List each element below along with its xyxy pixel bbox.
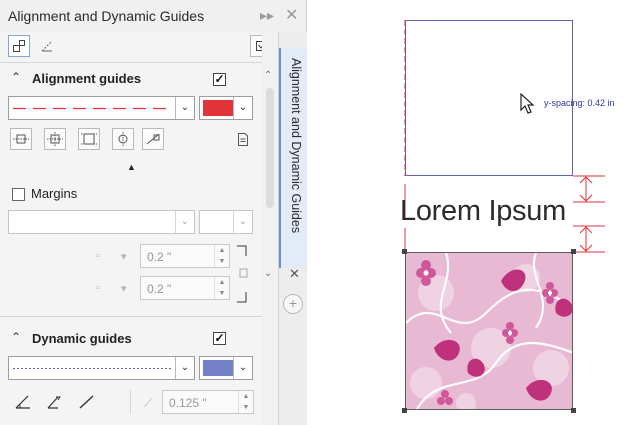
docker-panel: Alignment and Dynamic Guides ▸▸ ✕ ⌃ Alig… xyxy=(0,0,307,425)
dynamic-line-style-dropdown[interactable]: ⌄ xyxy=(8,356,195,380)
margin-arrow-icon: ▾ xyxy=(121,283,127,295)
chevron-down-icon: ⌄ xyxy=(233,211,252,233)
line-guide-icon[interactable] xyxy=(78,394,96,413)
docker-tabs xyxy=(0,32,272,63)
dynamic-color-picker[interactable]: ⌄ xyxy=(199,356,253,380)
spacing-value: 0.125 " xyxy=(169,396,207,410)
dynamic-guides-header[interactable]: ⌃ Dynamic guides ✓ xyxy=(0,324,262,354)
align-edges-icon xyxy=(13,134,29,144)
expand-arrows-icon[interactable]: ▸▸ xyxy=(260,7,274,24)
dynamic-guides-title: Dynamic guides xyxy=(32,331,132,346)
margin-bottom-spinner[interactable]: 0.2 " ▲ ▼ xyxy=(140,276,230,300)
alignment-color-swatch xyxy=(203,100,233,116)
align-edges-button[interactable] xyxy=(10,128,32,150)
align-nodes-button[interactable] xyxy=(142,128,164,150)
docker-content: ⌃ Alignment guides ✓ ⌄ ⌄ ▲ Margins ⌄ ⌄ ▫… xyxy=(0,32,272,425)
alignment-guides-checkbox[interactable]: ✓ xyxy=(213,73,226,86)
bounding-box-icon xyxy=(81,133,97,145)
nodes-icon xyxy=(146,133,160,145)
margin-bottom-value: 0.2 " xyxy=(147,282,172,296)
margin-top-spinner[interactable]: 0.2 " ▲ ▼ xyxy=(140,244,230,268)
spacing-spinner[interactable]: 0.125 " ▲ ▼ xyxy=(162,390,254,414)
add-docker-icon[interactable]: + xyxy=(283,294,303,314)
spacing-icon: ⟋ xyxy=(144,396,153,410)
spinner-arrows-icon[interactable]: ▲ ▼ xyxy=(238,391,253,413)
horizontal-margin-icon: ▫ xyxy=(96,250,100,262)
spinner-arrows-icon[interactable]: ▲ ▼ xyxy=(214,245,229,267)
angle-snap-icon[interactable] xyxy=(46,394,64,413)
dashed-line-swatch xyxy=(13,107,173,110)
expand-up-arrow-icon[interactable]: ▲ xyxy=(127,162,136,172)
selection-handles[interactable] xyxy=(307,0,634,425)
docker-title-bar: Alignment and Dynamic Guides ▸▸ ✕ xyxy=(0,0,306,32)
margins-mode-dropdown[interactable]: ⌄ xyxy=(8,210,195,234)
scroll-up-icon[interactable]: ⌃ xyxy=(264,70,272,81)
vertical-docker-tab[interactable]: Alignment and Dynamic Guides ✕ xyxy=(279,48,307,281)
alignment-line-style-dropdown[interactable]: ⌄ xyxy=(8,96,195,120)
chevron-down-icon: ⌄ xyxy=(175,97,194,119)
dynamic-guides-checkbox[interactable]: ✓ xyxy=(213,332,226,345)
tools-separator xyxy=(130,390,131,414)
spinner-arrows-icon[interactable]: ▲ ▼ xyxy=(214,277,229,299)
alignment-guides-header[interactable]: ⌃ Alignment guides ✓ xyxy=(0,64,262,94)
vertical-tab-label: Alignment and Dynamic Guides xyxy=(289,58,303,234)
dynamic-guides-icon xyxy=(41,40,53,52)
page-icon xyxy=(238,132,248,146)
docker-scrollbar[interactable]: ⌃ ⌄ xyxy=(262,32,278,425)
collapse-chevron-icon[interactable]: ⌃ xyxy=(11,330,21,344)
margin-top-value: 0.2 " xyxy=(147,250,172,264)
close-icon[interactable]: ✕ xyxy=(289,266,300,282)
tab-dynamic-guides[interactable] xyxy=(36,35,58,57)
angle-guides-icon[interactable] xyxy=(14,394,32,413)
collapse-chevron-icon[interactable]: ⌃ xyxy=(11,70,21,84)
close-icon[interactable]: ✕ xyxy=(285,5,298,25)
margins-label: Margins xyxy=(31,186,78,201)
margin-arrow-icon: ▾ xyxy=(121,251,127,263)
align-margins-button[interactable] xyxy=(112,128,134,150)
alignment-guides-icon xyxy=(13,40,25,52)
chevron-down-icon: ⌄ xyxy=(175,357,194,379)
scroll-down-icon[interactable]: ⌄ xyxy=(264,268,272,279)
margins-unit-dropdown[interactable]: ⌄ xyxy=(199,210,253,234)
alignment-color-picker[interactable]: ⌄ xyxy=(199,96,253,120)
scrollbar-thumb[interactable] xyxy=(266,88,274,208)
chevron-down-icon: ⌄ xyxy=(175,211,194,233)
mouse-pointer-icon xyxy=(520,93,535,114)
dynamic-color-swatch xyxy=(203,360,233,376)
margins-checkbox[interactable] xyxy=(12,188,25,201)
align-bbox-button[interactable] xyxy=(78,128,100,150)
spacing-readout-tooltip: y-spacing: 0.42 in xyxy=(544,98,615,108)
docker-title: Alignment and Dynamic Guides xyxy=(8,8,205,24)
vertical-margin-icon: ▫ xyxy=(96,282,100,294)
margins-icon xyxy=(118,132,128,146)
link-bracket-icon xyxy=(237,245,248,303)
tab-alignment-guides[interactable] xyxy=(8,35,30,57)
section-divider xyxy=(0,316,262,317)
alignment-guides-title: Alignment guides xyxy=(32,71,142,86)
align-centers-button[interactable] xyxy=(44,128,66,150)
docker-tab-strip: Alignment and Dynamic Guides ✕ + xyxy=(278,32,307,425)
page-guides-button[interactable] xyxy=(232,128,254,150)
dotted-line-swatch xyxy=(13,368,173,369)
chevron-down-icon: ⌄ xyxy=(233,97,252,119)
drawing-canvas[interactable]: Lorem Ipsum y-spacing: 0.42 in xyxy=(307,0,634,425)
align-centers-icon xyxy=(47,132,63,146)
chevron-down-icon: ⌄ xyxy=(233,357,252,379)
